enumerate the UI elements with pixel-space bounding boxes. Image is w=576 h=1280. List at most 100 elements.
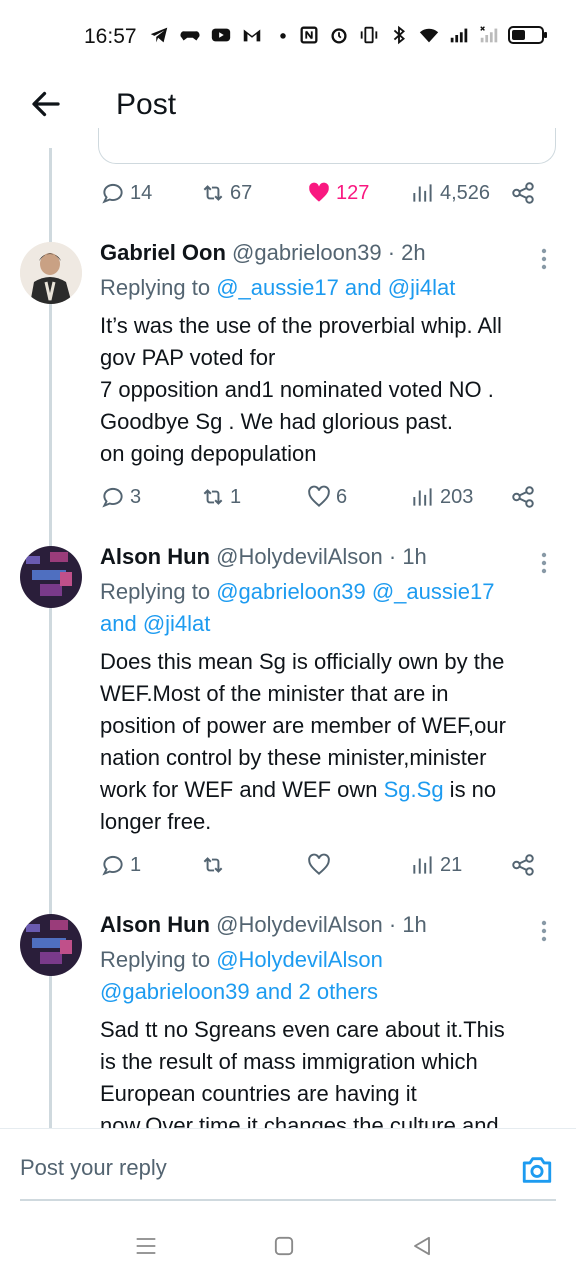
- timestamp: · 1h: [388, 544, 427, 569]
- tweet-actions: 3 1 6 203: [100, 484, 540, 516]
- avatar[interactable]: [20, 914, 82, 976]
- avatar[interactable]: [20, 242, 82, 304]
- tweet-text-line: 7 opposition and1 nominated voted NO .: [100, 377, 494, 402]
- share-button[interactable]: [510, 852, 536, 878]
- display-name[interactable]: Alson Hun: [100, 544, 210, 569]
- tweet-text-line: It’s was the use of the proverbial whip.…: [100, 313, 502, 338]
- repost-count: 67: [230, 181, 253, 204]
- heart-filled-icon: [309, 182, 329, 202]
- replying-to-mentions[interactable]: @HolydevilAlson: [216, 947, 383, 972]
- status-time: 16:57: [84, 25, 137, 48]
- timestamp: · 1h: [388, 912, 427, 937]
- status-bar: 16:57: [0, 0, 576, 72]
- replying-to-mentions-more[interactable]: @gabrieloon39 and 2 others: [100, 979, 378, 1004]
- views-button[interactable]: 4,526: [410, 180, 490, 206]
- views-count: 4,526: [440, 181, 491, 204]
- reply-input[interactable]: Post your reply: [20, 1155, 167, 1181]
- handle[interactable]: @HolydevilAlson: [216, 544, 383, 569]
- repost-button[interactable]: [200, 852, 230, 878]
- avatar-image: [20, 546, 82, 608]
- menu-icon[interactable]: [132, 1232, 160, 1260]
- like-button[interactable]: 6: [306, 484, 347, 510]
- reply-icon: [102, 183, 123, 204]
- repost-icon: [203, 185, 223, 201]
- tweet-text-line: gov PAP voted for: [100, 345, 276, 370]
- alarm-icon: [331, 28, 347, 44]
- share-icon: [512, 854, 534, 876]
- page-title: Post: [116, 88, 177, 121]
- display-name[interactable]: Alson Hun: [100, 912, 210, 937]
- system-icons: [298, 24, 547, 46]
- telegram-icon: [150, 27, 168, 43]
- nfc-icon: [300, 26, 318, 44]
- repost-button[interactable]: 1: [200, 484, 241, 510]
- camera-icon[interactable]: [520, 1153, 554, 1187]
- tweet-text-line: Goodbye Sg . We had glorious past.: [100, 409, 454, 434]
- replying-to-mentions[interactable]: @gabrieloon39 @_aussie17: [216, 579, 494, 604]
- wifi-icon: [419, 28, 439, 43]
- youtube-icon: [211, 28, 231, 42]
- avatar[interactable]: [20, 546, 82, 608]
- share-button[interactable]: [510, 484, 536, 510]
- game-controller-icon: [180, 31, 200, 41]
- tweet-text-line: is the result of mass immigration which: [100, 1049, 478, 1074]
- tweet-text-line: now.Over time it changes the culture and: [100, 1113, 499, 1128]
- reply-composer: Post your reply: [0, 1128, 576, 1208]
- reply-count: 1: [130, 853, 142, 876]
- reply-tweet[interactable]: Alson Hun @HolydevilAlson · 1h Replying …: [0, 912, 576, 1128]
- more-options-icon[interactable]: [534, 246, 554, 272]
- dot-icon: [280, 33, 286, 39]
- tweet-text: It’s was the use of the proverbial whip.…: [100, 310, 560, 470]
- back-arrow-icon[interactable]: [28, 86, 64, 122]
- tweet-text-line: longer free.: [100, 809, 212, 834]
- timestamp: · 2h: [387, 240, 426, 265]
- tweet-text: Sad tt no Sgreans even care about it.Thi…: [100, 1014, 560, 1128]
- heart-icon: [308, 485, 330, 507]
- main-post-actions: 14 67 127 4,526: [100, 180, 540, 212]
- tweet-text-line: work for WEF and WEF own Sg.Sg is no: [100, 774, 560, 806]
- repost-button[interactable]: 67: [200, 180, 252, 206]
- tweet-text-line: on going depopulation: [100, 441, 317, 466]
- display-name[interactable]: Gabriel Oon: [100, 240, 226, 265]
- battery-level: [512, 30, 525, 40]
- gmail-icon: [243, 29, 261, 42]
- tweet-link[interactable]: Sg.Sg: [384, 777, 444, 802]
- more-options-icon[interactable]: [534, 550, 554, 576]
- signal-no-service-icon: [480, 26, 498, 43]
- views-count: 21: [440, 853, 463, 876]
- tweet-header: Alson Hun @HolydevilAlson · 1h: [100, 544, 427, 570]
- views-count: 203: [440, 485, 474, 508]
- handle[interactable]: @gabrieloon39: [232, 240, 382, 265]
- handle[interactable]: @HolydevilAlson: [216, 912, 383, 937]
- reply-button[interactable]: 1: [100, 852, 141, 878]
- reply-button[interactable]: 14: [100, 180, 152, 206]
- share-button[interactable]: [510, 180, 536, 206]
- replying-to: Replying to @_aussie17 and @ji4lat: [100, 272, 540, 304]
- quoted-card-edge[interactable]: [98, 128, 556, 164]
- replying-to-mentions[interactable]: @_aussie17 and @ji4lat: [216, 275, 455, 300]
- bluetooth-icon: [393, 25, 405, 45]
- signal-icon: [450, 28, 468, 43]
- repost-icon: [203, 857, 223, 873]
- reply-button[interactable]: 3: [100, 484, 141, 510]
- replying-to: Replying to @HolydevilAlson @gabrieloon3…: [100, 944, 540, 1008]
- share-icon: [512, 486, 534, 508]
- home-square-icon[interactable]: [270, 1232, 298, 1260]
- reply-icon: [102, 487, 123, 508]
- heart-icon: [308, 853, 330, 875]
- share-icon: [512, 182, 534, 204]
- like-button[interactable]: [306, 852, 336, 878]
- tweet-header: Alson Hun @HolydevilAlson · 1h: [100, 912, 427, 938]
- views-button[interactable]: 21: [410, 852, 462, 878]
- more-options-icon[interactable]: [534, 918, 554, 944]
- like-count: 127: [336, 181, 370, 204]
- avatar-image: [20, 914, 82, 976]
- system-navigation-bar: [0, 1210, 576, 1280]
- like-button[interactable]: 127: [306, 180, 369, 206]
- back-triangle-icon[interactable]: [408, 1232, 436, 1260]
- views-icon: [413, 488, 432, 506]
- views-icon: [413, 184, 432, 202]
- tweet-text-line: position of power are member of WEF,our: [100, 713, 506, 738]
- views-button[interactable]: 203: [410, 484, 473, 510]
- replying-to-mentions-more[interactable]: and @ji4lat: [100, 611, 210, 636]
